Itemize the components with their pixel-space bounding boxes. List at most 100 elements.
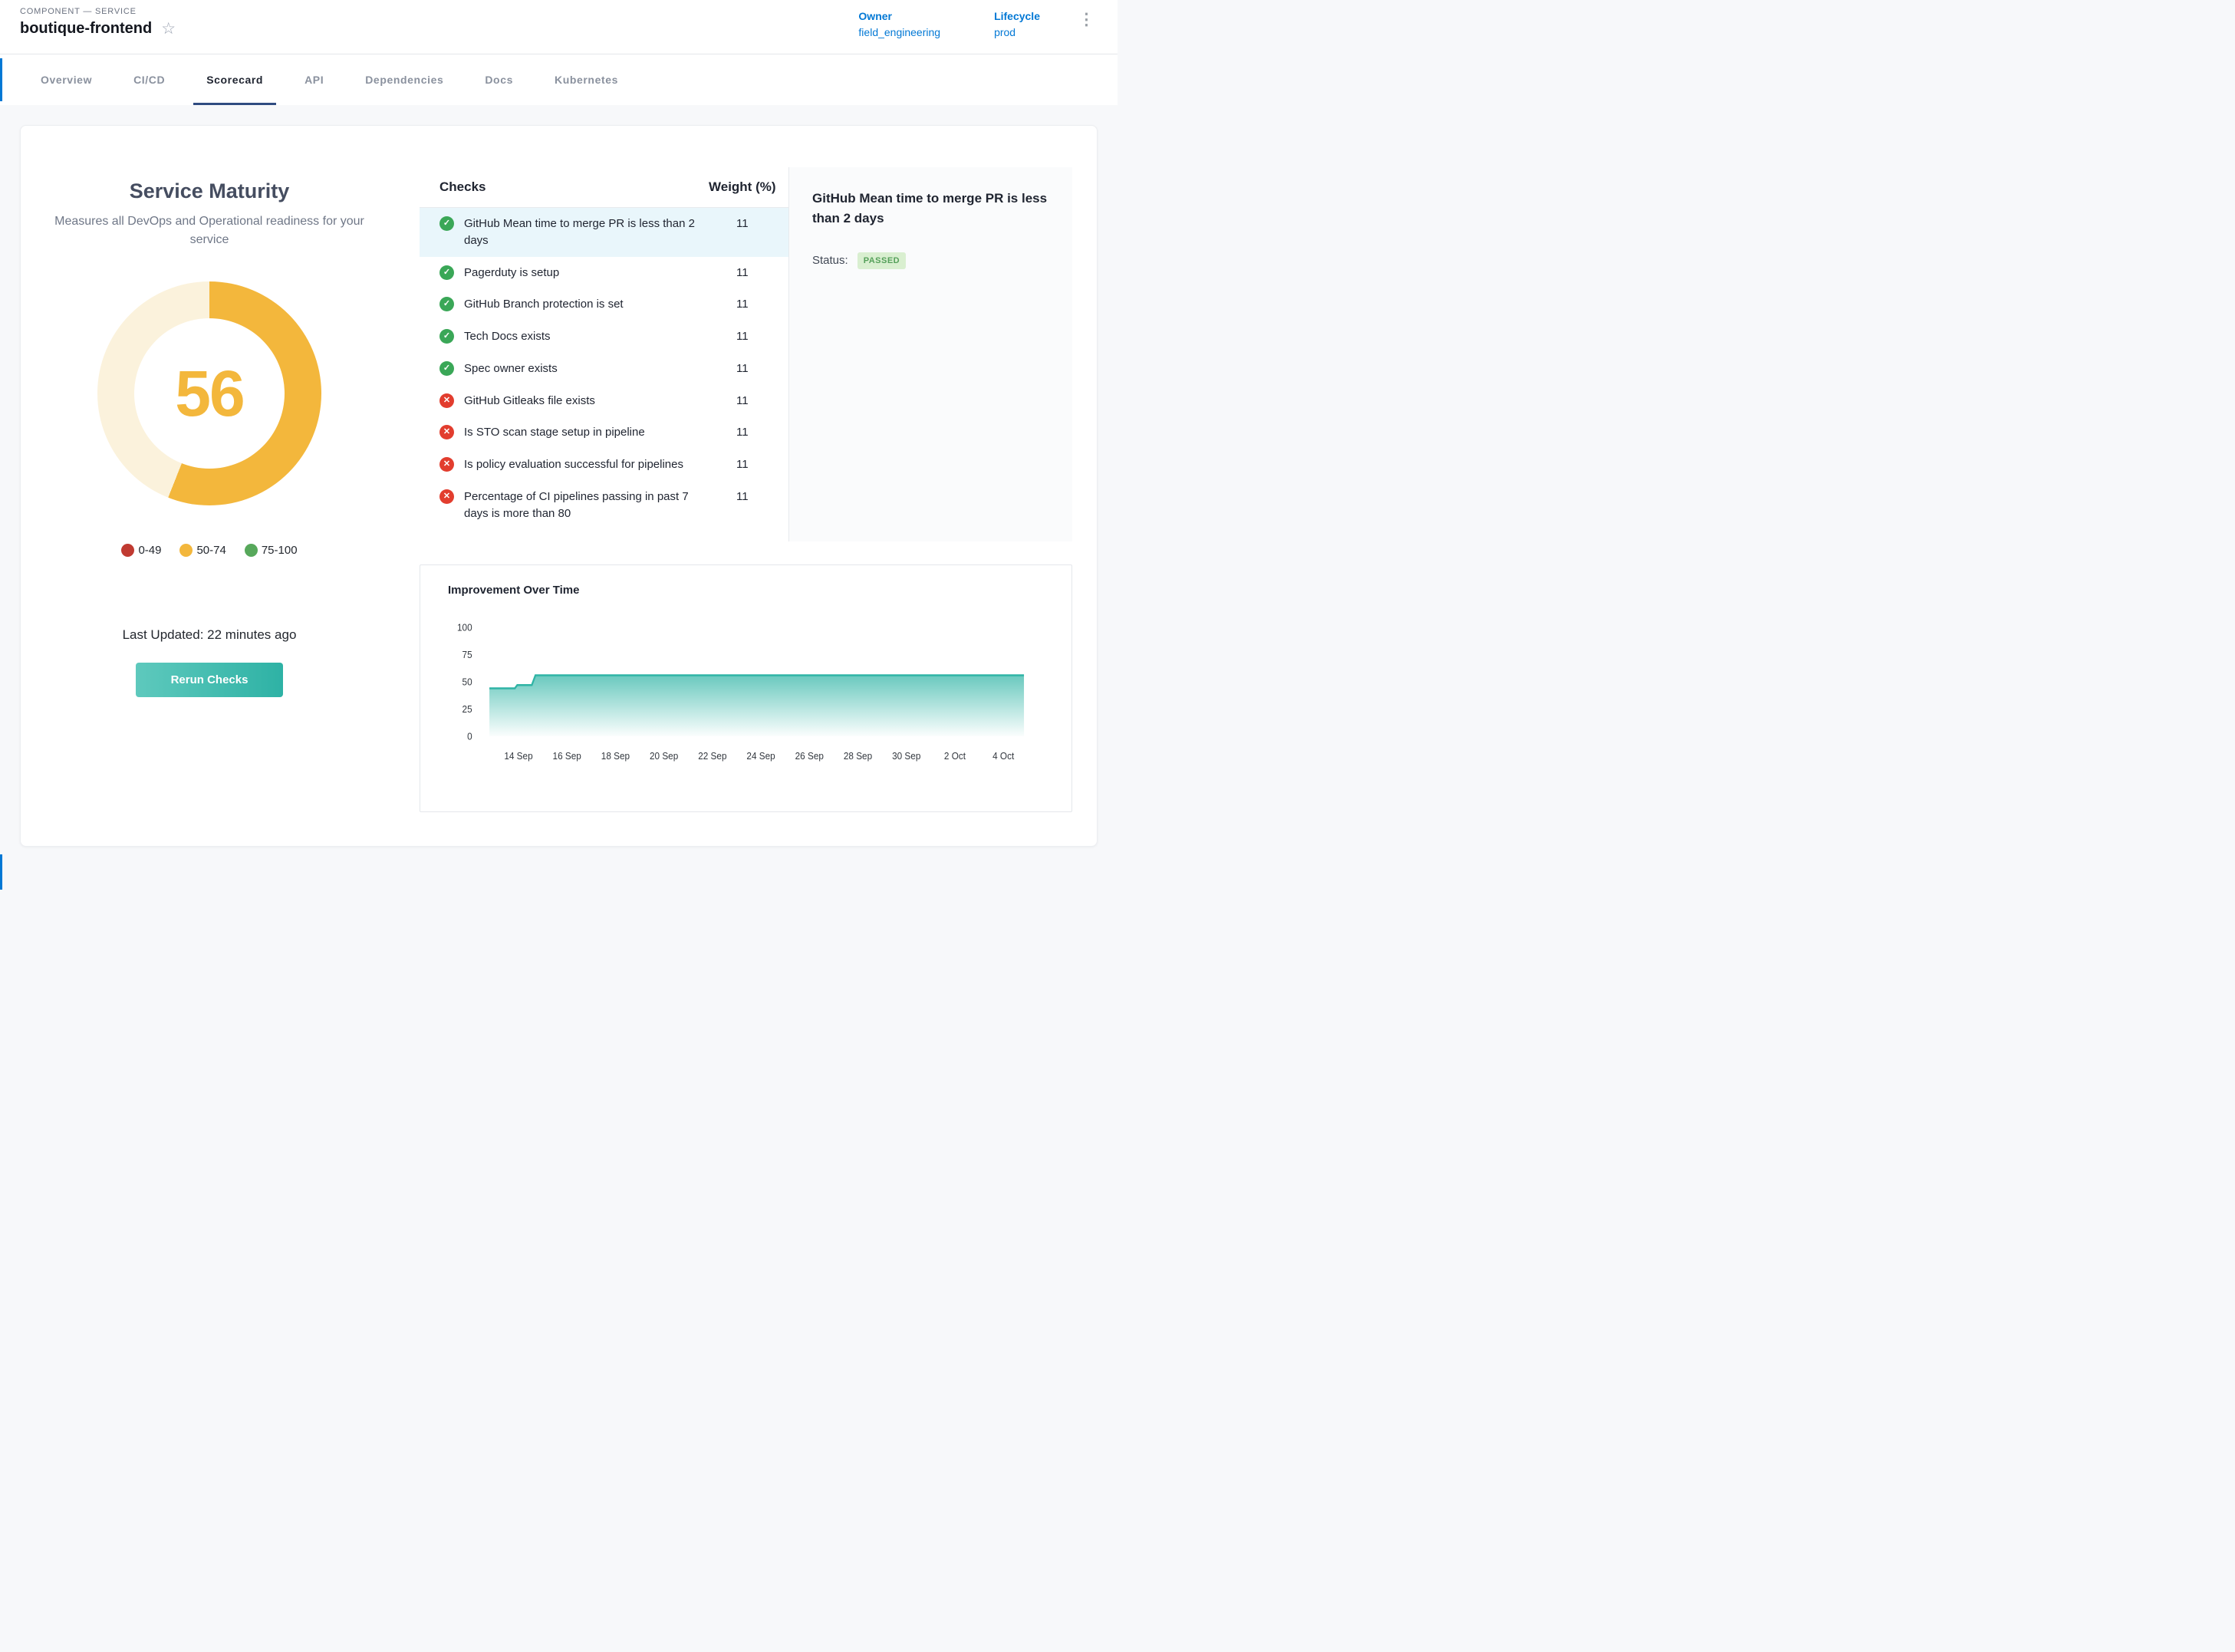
check-weight: 11 (709, 360, 788, 377)
svg-text:0: 0 (467, 731, 472, 742)
tab-bar: OverviewCI/CDScorecardAPIDependenciesDoc… (0, 54, 1118, 105)
check-fail-icon: ✕ (439, 489, 454, 504)
rerun-checks-button[interactable]: Rerun Checks (136, 663, 284, 697)
svg-text:28 Sep: 28 Sep (844, 750, 872, 762)
check-label: Tech Docs exists (464, 328, 709, 345)
favorite-star-icon[interactable]: ☆ (161, 21, 176, 37)
svg-text:30 Sep: 30 Sep (892, 750, 920, 762)
scorecard-card: Service Maturity Measures all DevOps and… (20, 125, 1098, 847)
svg-text:25: 25 (462, 703, 472, 715)
checks-detail-row: Checks Weight (%) ✓ GitHub Mean time to m… (420, 167, 1072, 541)
check-detail-title: GitHub Mean time to merge PR is less tha… (812, 189, 1049, 229)
check-row[interactable]: ✓ Tech Docs exists11 (420, 321, 788, 353)
check-row[interactable]: ✓ Pagerduty is setup11 (420, 257, 788, 289)
check-row[interactable]: ✓ GitHub Mean time to merge PR is less th… (420, 208, 788, 257)
svg-text:4 Oct: 4 Oct (992, 750, 1015, 762)
svg-text:24 Sep: 24 Sep (746, 750, 775, 762)
more-options-icon[interactable]: ⋮ (1075, 10, 1098, 29)
check-fail-icon: ✕ (439, 425, 454, 439)
scorecard-subtitle: Measures all DevOps and Operational read… (44, 212, 374, 249)
app-root: COMPONENT — SERVICE boutique-frontend ☆ … (0, 0, 1118, 890)
check-label: Spec owner exists (464, 360, 709, 377)
owner-label: Owner (858, 10, 940, 22)
tab-api[interactable]: API (284, 54, 344, 105)
check-row[interactable]: ✕ Percentage of CI pipelines passing in p… (420, 481, 788, 530)
score-donut-center: 56 (134, 318, 285, 469)
check-pass-icon: ✓ (439, 297, 454, 311)
check-row[interactable]: ✕ GitHub Gitleaks file exists11 (420, 385, 788, 417)
score-value: 56 (175, 357, 243, 431)
status-label: Status: (812, 254, 848, 267)
check-pass-icon: ✓ (439, 329, 454, 344)
check-label: Is policy evaluation successful for pipe… (464, 456, 709, 473)
check-weight: 11 (709, 489, 788, 505)
main-content: Service Maturity Measures all DevOps and… (0, 105, 1118, 890)
svg-text:14 Sep: 14 Sep (504, 750, 532, 762)
legend-label: 0-49 (138, 544, 161, 557)
svg-text:50: 50 (462, 676, 472, 688)
legend-dot-icon (121, 544, 134, 557)
check-weight: 11 (709, 216, 788, 232)
tab-overview[interactable]: Overview (20, 54, 113, 105)
check-label: GitHub Gitleaks file exists (464, 393, 709, 410)
lifecycle-label: Lifecycle (994, 10, 1040, 22)
check-weight: 11 (709, 328, 788, 345)
improvement-chart-panel: Improvement Over Time 0 25 50 75 100 14 Sep 16… (420, 564, 1072, 812)
check-label: Pagerduty is setup (464, 265, 709, 281)
checks-table-header: Checks Weight (%) (420, 167, 788, 208)
breadcrumb: COMPONENT — SERVICE (20, 7, 176, 16)
check-pass-icon: ✓ (439, 216, 454, 231)
tab-kubernetes[interactable]: Kubernetes (534, 54, 639, 105)
svg-text:18 Sep: 18 Sep (601, 750, 630, 762)
check-row[interactable]: ✓ GitHub Branch protection is set11 (420, 288, 788, 321)
check-fail-icon: ✕ (439, 457, 454, 472)
entity-heading: COMPONENT — SERVICE boutique-frontend ☆ (20, 7, 176, 38)
lifecycle-value: prod (994, 26, 1040, 38)
svg-text:100: 100 (457, 622, 472, 633)
tab-docs[interactable]: Docs (464, 54, 534, 105)
check-pass-icon: ✓ (439, 265, 454, 280)
check-weight: 11 (709, 265, 788, 281)
check-fail-icon: ✕ (439, 393, 454, 408)
check-weight: 11 (709, 393, 788, 410)
check-pass-icon: ✓ (439, 361, 454, 376)
improvement-over-time-chart: 0 25 50 75 100 14 Sep 16 Sep 18 Sep 20 Sep 22 Sep… (440, 607, 1052, 788)
score-summary-panel: Service Maturity Measures all DevOps and… (21, 126, 398, 846)
checks-area: Checks Weight (%) ✓ GitHub Mean time to m… (398, 126, 1097, 846)
owner-link[interactable]: field_engineering (858, 26, 940, 38)
check-weight: 11 (709, 424, 788, 441)
check-label: Percentage of CI pipelines passing in pa… (464, 489, 709, 522)
svg-text:26 Sep: 26 Sep (795, 750, 824, 762)
tab-ci-cd[interactable]: CI/CD (113, 54, 186, 105)
check-weight: 11 (709, 296, 788, 313)
checks-column-header: Checks (439, 179, 709, 195)
status-badge: PASSED (857, 252, 906, 269)
check-weight: 11 (709, 456, 788, 473)
legend-label: 50-74 (196, 544, 225, 557)
svg-text:20 Sep: 20 Sep (650, 750, 678, 762)
legend-dot-icon (245, 544, 258, 557)
svg-text:75: 75 (462, 649, 472, 660)
check-row[interactable]: ✕ Is policy evaluation successful for pip… (420, 449, 788, 481)
check-row[interactable]: ✕ Is STO scan stage setup in pipeline11 (420, 416, 788, 449)
entity-meta: Owner field_engineering Lifecycle prod ⋮ (858, 7, 1098, 38)
scorecard-title: Service Maturity (44, 179, 375, 203)
check-label: Is STO scan stage setup in pipeline (464, 424, 709, 441)
svg-text:22 Sep: 22 Sep (698, 750, 726, 762)
svg-text:16 Sep: 16 Sep (553, 750, 581, 762)
status-row: Status: PASSED (812, 252, 1049, 269)
check-label: GitHub Mean time to merge PR is less tha… (464, 216, 709, 249)
legend-item: 75-100 (245, 544, 298, 557)
lifecycle-block: Lifecycle prod (994, 10, 1040, 38)
legend-item: 0-49 (121, 544, 161, 557)
weight-column-header: Weight (%) (709, 179, 788, 195)
check-row[interactable]: ✓ Spec owner exists11 (420, 353, 788, 385)
legend-item: 50-74 (179, 544, 225, 557)
tab-scorecard[interactable]: Scorecard (186, 54, 284, 105)
tab-dependencies[interactable]: Dependencies (344, 54, 464, 105)
check-label: GitHub Branch protection is set (464, 296, 709, 313)
owner-block: Owner field_engineering (858, 10, 940, 38)
page-title: boutique-frontend (20, 20, 152, 38)
page-header: COMPONENT — SERVICE boutique-frontend ☆ … (0, 0, 1118, 54)
chart-title: Improvement Over Time (448, 584, 1052, 597)
